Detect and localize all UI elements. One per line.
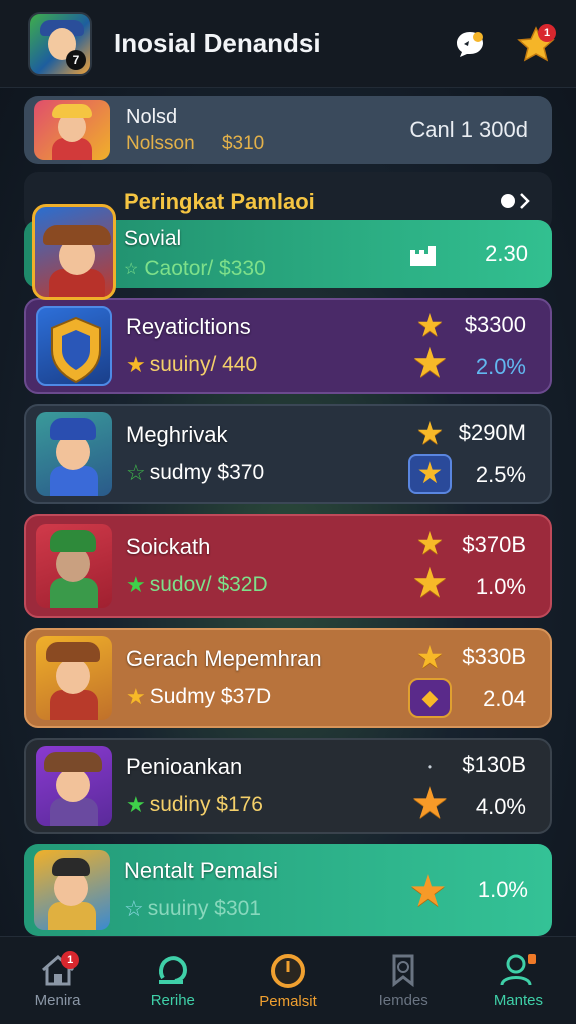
avatar: [32, 204, 116, 300]
star-icon: ☆: [124, 896, 144, 921]
bookmark-icon: [392, 954, 414, 988]
star-icon: ★: [415, 415, 445, 451]
avatar: [36, 412, 112, 496]
star-icon: ★: [411, 339, 449, 386]
timer-icon: [271, 954, 305, 988]
player-sub: sudov/ $32D: [149, 573, 268, 596]
player-percent: 2.04: [483, 686, 526, 711]
avatar: [36, 636, 112, 720]
star-icon: ★: [126, 792, 146, 817]
pinned-player-card[interactable]: Nolsd Nolsson $310 Canl 1 300d: [24, 96, 552, 164]
player-sub: sudmy $370: [149, 461, 265, 484]
player-amount: $330B: [462, 644, 526, 669]
nav-label: Pemalsit: [259, 993, 317, 1010]
notification-badge: 1: [538, 23, 556, 42]
nav-label: Menira: [34, 992, 81, 1009]
leaderboard-list: Nolsd Nolsson $310 Canl 1 300d Peringkat…: [24, 96, 552, 936]
nav-item-profile[interactable]: Mantes: [461, 937, 576, 1024]
refresh-icon: [158, 956, 187, 984]
player-percent: 2.30: [485, 241, 528, 266]
nav-item-home[interactable]: 1 Menira: [0, 937, 115, 1024]
star-icon[interactable]: 1: [514, 22, 558, 66]
player-name: Penioankan: [126, 754, 243, 779]
chevron-right-icon[interactable]: [498, 190, 532, 218]
player-percent: 4.0%: [475, 794, 526, 819]
player-name: Nentalt Pemalsi: [124, 858, 279, 883]
star-icon: ★: [126, 352, 146, 377]
dot-icon: •: [427, 760, 433, 774]
player-name: Gerach Mepemhran: [126, 646, 322, 671]
player-sub: Caotor/ $330: [144, 257, 266, 280]
player-amount: $370B: [462, 532, 526, 557]
star-icon: ★: [410, 779, 450, 828]
nav-item-timer[interactable]: Pemalsit: [230, 937, 345, 1024]
list-item[interactable]: Meghrivak ☆ sudmy $370 ★ ★ $290M 2.5%: [24, 404, 552, 504]
player-sub: Sudmy $37D: [149, 685, 272, 708]
player-percent: 1.0%: [475, 574, 526, 599]
user-icon: [500, 954, 537, 986]
player-percent: 1.0%: [477, 877, 528, 902]
star-icon: ★: [415, 525, 445, 561]
nav-label: Iemdes: [378, 992, 428, 1009]
player-sub: suuiny $301: [147, 897, 261, 920]
rank-icon: ☆: [124, 261, 139, 278]
castle-icon: [408, 242, 438, 271]
avatar: [34, 100, 110, 160]
avatar: [36, 746, 112, 826]
player-amount: $290M: [458, 420, 526, 445]
nav-item-bookmark[interactable]: Iemdes: [346, 937, 461, 1024]
avatar: [36, 524, 112, 608]
pinned-player-name: Nolsd: [126, 105, 178, 128]
player-name: Reyaticltions: [126, 314, 251, 339]
bottom-nav: 1 Menira Rerihe Pemalsit Iemdes Mantes: [0, 936, 576, 1024]
player-percent: 2.5%: [475, 462, 526, 487]
chat-bubble-icon[interactable]: [448, 22, 492, 66]
section-title: Peringkat Pamlaoi: [124, 189, 315, 214]
pinned-player-status: Canl 1 300d: [409, 117, 528, 142]
star-icon: ★: [126, 684, 146, 709]
player-amount: $3300: [464, 312, 526, 337]
list-item[interactable]: Penioankan ★ sudiny $176 • ★ $130B 4.0%: [24, 738, 552, 834]
player-amount: $130B: [462, 752, 526, 777]
list-item[interactable]: Gerach Mepemhran ★ Sudmy $37D ★ ◆ $330B …: [24, 628, 552, 728]
player-name: Soickath: [126, 534, 211, 559]
star-icon: ★: [126, 572, 146, 597]
pinned-player-value: $310: [221, 132, 265, 154]
player-name: Meghrivak: [126, 422, 228, 447]
list-item[interactable]: Soickath ★ sudov/ $32D ★ ★ $370B 1.0%: [24, 514, 552, 618]
app-logo[interactable]: 7: [28, 11, 92, 76]
nav-label: Rerihe: [150, 992, 195, 1009]
shield-star-icon: ★: [408, 454, 452, 494]
avatar: [36, 306, 112, 386]
nav-label: Mantes: [493, 992, 544, 1009]
nav-item-refresh[interactable]: Rerihe: [115, 937, 230, 1024]
player-sub: suuiny/ 440: [149, 353, 258, 376]
list-item[interactable]: Nentalt Pemalsi ☆ suuiny $301 ★ 1.0%: [24, 844, 552, 936]
top-bar: 7 Inosial Denandsi 1: [0, 0, 576, 88]
star-icon: ☆: [126, 460, 146, 485]
star-icon: ★: [415, 639, 445, 675]
avatar: [34, 850, 110, 930]
app-title: Inosial Denandsi: [114, 28, 321, 58]
star-icon: ★: [411, 559, 449, 606]
list-item[interactable]: Reyaticltions ★ suuiny/ 440 ★ ★ $3300 2.…: [24, 298, 552, 394]
pinned-player-subname: Nolsson: [126, 132, 195, 154]
player-percent: 2.0%: [475, 354, 526, 379]
player-name: Sovial: [124, 227, 182, 250]
gem-badge-icon: ◆: [408, 678, 452, 718]
star-icon: ★: [408, 867, 448, 916]
player-sub: sudiny $176: [149, 793, 263, 816]
